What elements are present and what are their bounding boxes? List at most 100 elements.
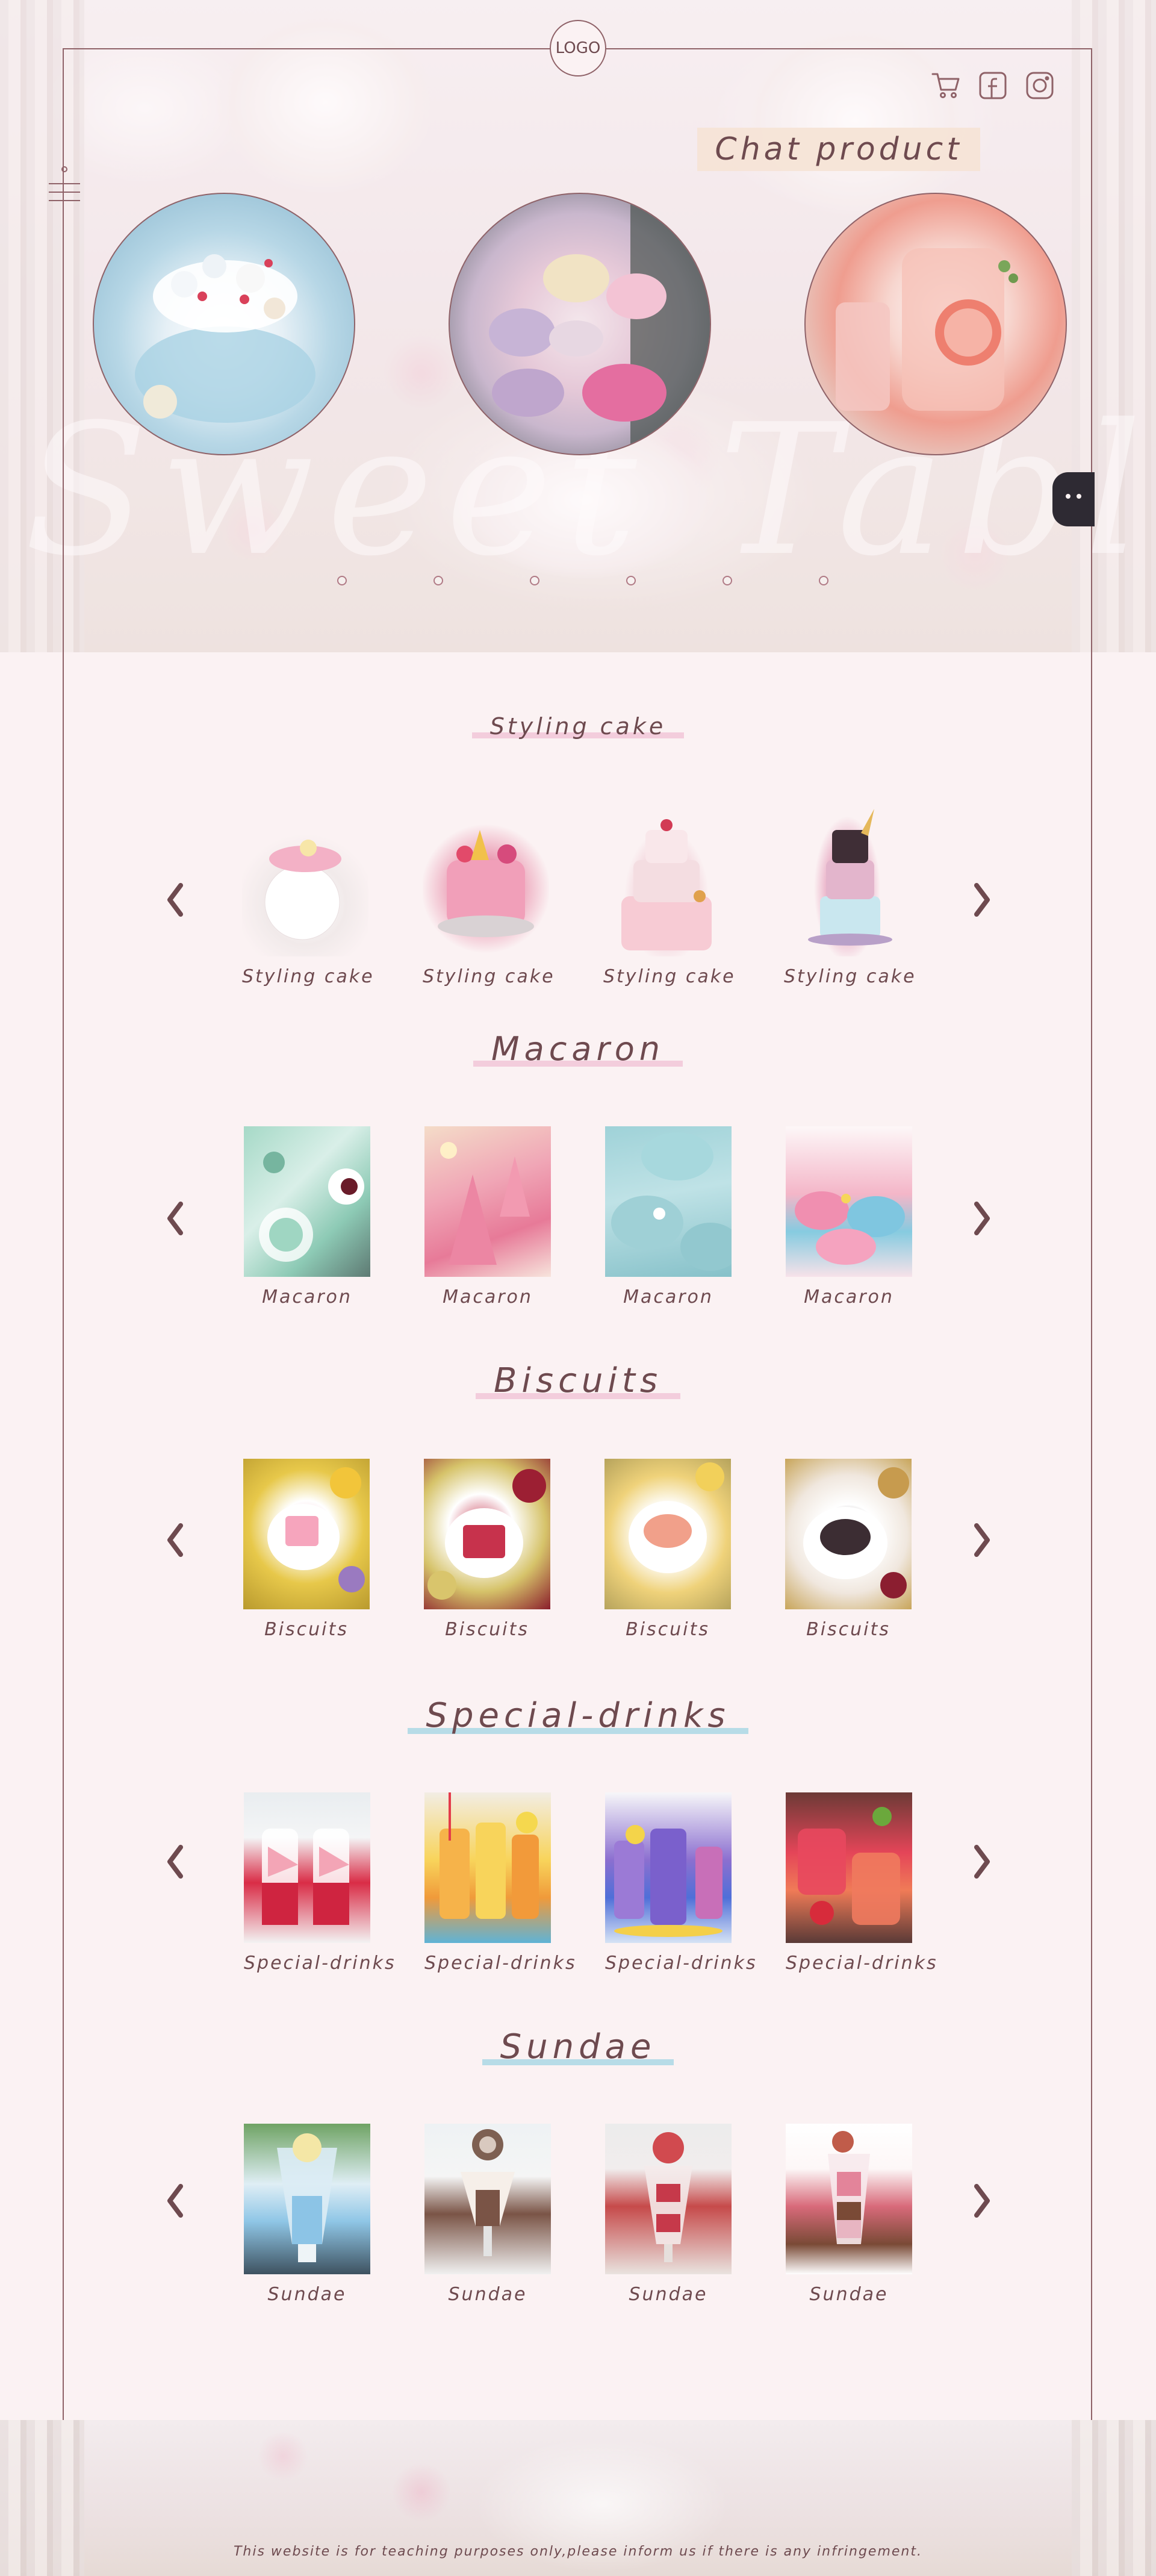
product-card[interactable]: Macaron	[244, 1126, 370, 1308]
product-image[interactable]	[603, 806, 730, 956]
product-card[interactable]: Sundae	[605, 2124, 732, 2305]
product-image[interactable]	[786, 2124, 912, 2274]
product-image[interactable]	[424, 1126, 551, 1277]
category-sundae: Sundae Sundae Sundae Sundae Sundae	[0, 2021, 1156, 2334]
product-image[interactable]	[785, 1459, 912, 1609]
logo[interactable]: LOGO	[550, 20, 606, 76]
product-card[interactable]: Biscuits	[785, 1459, 912, 1640]
product-card[interactable]: Styling cake	[423, 806, 555, 987]
carousel-prev-button[interactable]	[163, 1522, 187, 1558]
product-caption: Biscuits	[806, 1619, 890, 1640]
product-image[interactable]	[784, 806, 910, 956]
carousel-next-button[interactable]	[971, 1522, 995, 1558]
chat-side-tab[interactable]	[1052, 472, 1095, 526]
product-card[interactable]: Special-drinks	[786, 1792, 936, 1974]
product-caption: Sundae	[448, 2284, 527, 2305]
facebook-icon[interactable]	[977, 70, 1008, 101]
product-caption: Biscuits	[626, 1619, 710, 1640]
product-caption: Sundae	[267, 2284, 347, 2305]
carousel-dot[interactable]	[722, 576, 732, 585]
product-caption: Macaron	[443, 1286, 533, 1308]
category-styling-cake: Styling cake Styling cake Styling cake S…	[0, 705, 1156, 1018]
product-image[interactable]	[786, 1126, 912, 1277]
carousel-dot[interactable]	[819, 576, 828, 585]
category-macaron: Macaron Macaron Macaron Macaron Macaron	[0, 1024, 1156, 1337]
product-caption: Macaron	[262, 1286, 352, 1308]
product-caption: Special-drinks	[244, 1953, 396, 1974]
hero-slide-cake-image[interactable]	[93, 193, 355, 455]
product-card[interactable]: Styling cake	[242, 806, 374, 987]
carousel-dot[interactable]	[434, 576, 443, 585]
product-image[interactable]	[424, 2124, 551, 2274]
product-caption: Styling cake	[242, 966, 374, 987]
product-image[interactable]	[244, 2124, 370, 2274]
carousel-next-button[interactable]	[971, 1844, 995, 1880]
carousel-next-button[interactable]	[971, 2183, 995, 2219]
product-card[interactable]: Styling cake	[784, 806, 915, 987]
product-caption: Macaron	[623, 1286, 713, 1308]
product-caption: Macaron	[804, 1286, 894, 1308]
product-image[interactable]	[244, 1792, 370, 1943]
carousel-prev-button[interactable]	[163, 2183, 187, 2219]
product-image[interactable]	[424, 1459, 550, 1609]
product-caption: Styling cake	[423, 966, 555, 987]
menu-bar	[49, 192, 80, 193]
product-image[interactable]	[424, 1792, 551, 1943]
product-image[interactable]	[242, 806, 368, 956]
side-tab-eye	[1077, 494, 1081, 499]
hero-slide-drink-image[interactable]	[804, 193, 1067, 455]
instagram-icon[interactable]	[1024, 70, 1055, 101]
product-caption: Biscuits	[264, 1619, 349, 1640]
header-icons	[930, 70, 1055, 101]
product-caption: Sundae	[629, 2284, 708, 2305]
carousel-dot[interactable]	[337, 576, 347, 585]
product-card[interactable]: Macaron	[605, 1126, 732, 1308]
carousel-next-button[interactable]	[971, 882, 995, 918]
product-image[interactable]	[605, 2124, 732, 2274]
product-card[interactable]: Macaron	[786, 1126, 912, 1308]
carousel-next-button[interactable]	[971, 1200, 995, 1237]
category-title: Sundae	[482, 2027, 674, 2066]
category-title: Special-drinks	[408, 1696, 748, 1735]
product-image[interactable]	[243, 1459, 370, 1609]
footer-disclaimer: This website is for teaching purposes on…	[233, 2544, 922, 2559]
product-card[interactable]: Sundae	[244, 2124, 370, 2305]
menu-button[interactable]	[48, 166, 81, 220]
carousel-dot[interactable]	[530, 576, 539, 585]
carousel-dot[interactable]	[626, 576, 636, 585]
product-card[interactable]: Special-drinks	[244, 1792, 396, 1974]
product-image[interactable]	[423, 806, 549, 956]
carousel-prev-button[interactable]	[163, 1200, 187, 1237]
product-card[interactable]: Special-drinks	[605, 1792, 756, 1974]
product-image[interactable]	[605, 1792, 732, 1943]
hero-carousel-dots	[337, 576, 828, 585]
carousel-prev-button[interactable]	[163, 1844, 187, 1880]
product-card[interactable]: Biscuits	[424, 1459, 550, 1640]
product-card[interactable]: Special-drinks	[424, 1792, 575, 1974]
menu-bar	[49, 200, 80, 201]
product-image[interactable]	[604, 1459, 731, 1609]
category-title: Styling cake	[471, 713, 685, 740]
product-caption: Sundae	[809, 2284, 889, 2305]
product-card[interactable]: Sundae	[786, 2124, 912, 2305]
product-image[interactable]	[605, 1126, 732, 1277]
carousel-prev-button[interactable]	[163, 882, 187, 918]
product-card[interactable]: Biscuits	[604, 1459, 731, 1640]
category-heading: Styling cake	[0, 713, 1156, 740]
menu-bar	[49, 183, 80, 184]
category-title: Biscuits	[475, 1361, 681, 1400]
category-biscuits: Biscuits Biscuits Biscuits Biscuits Bisc…	[0, 1355, 1156, 1668]
hero-slide-macaron-image[interactable]	[449, 193, 711, 455]
category-heading: Macaron	[0, 1030, 1156, 1068]
cart-icon[interactable]	[930, 70, 962, 101]
product-card[interactable]: Sundae	[424, 2124, 551, 2305]
product-image[interactable]	[786, 1792, 912, 1943]
product-card[interactable]: Macaron	[424, 1126, 551, 1308]
product-card[interactable]: Biscuits	[243, 1459, 370, 1640]
product-image[interactable]	[244, 1126, 370, 1277]
category-title: Macaron	[473, 1030, 683, 1068]
product-card[interactable]: Styling cake	[603, 806, 734, 987]
category-heading: Sundae	[0, 2027, 1156, 2066]
category-heading: Special-drinks	[0, 1696, 1156, 1735]
product-caption: Biscuits	[445, 1619, 529, 1640]
